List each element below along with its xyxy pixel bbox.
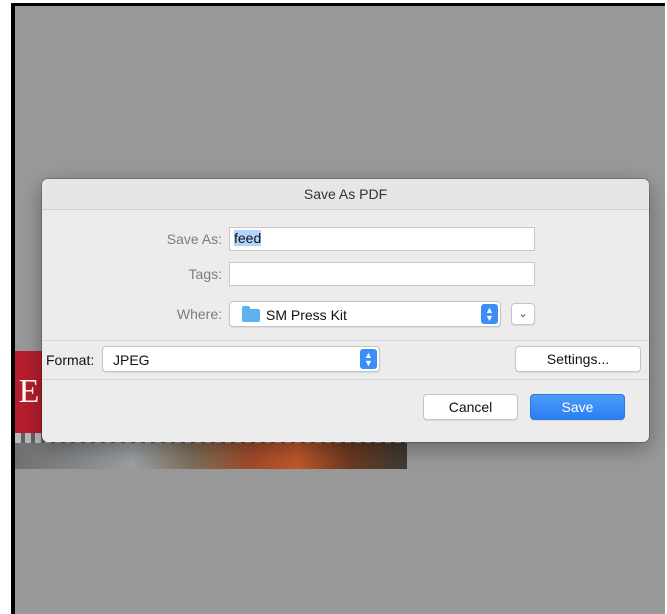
save-as-pdf-dialog: Save As PDF Save As: feed Tags: Where: S… [42,179,649,442]
save-button[interactable]: Save [530,394,625,420]
where-popup[interactable]: SM Press Kit ▲ ▼ [229,301,501,327]
divider-bottom [42,379,649,380]
format-popup[interactable]: JPEG ▲ ▼ [102,346,380,372]
format-label: Format: [46,352,95,368]
cancel-button[interactable]: Cancel [423,394,518,420]
tags-field[interactable] [229,262,535,286]
format-value: JPEG [113,352,150,368]
expand-button[interactable]: ⌄ [511,303,535,325]
folder-icon [242,306,260,322]
chevron-down-icon: ⌄ [518,308,528,320]
tags-label: Tags: [188,266,222,282]
where-label: Where: [176,306,222,322]
settings-button[interactable]: Settings... [515,346,641,372]
where-value: SM Press Kit [266,307,347,323]
up-down-chevron-icon: ▲ ▼ [360,349,377,369]
up-down-chevron-icon: ▲ ▼ [481,304,498,324]
background-fragment-text: E [18,373,40,410]
save-as-label: Save As: [166,231,222,247]
background-red-block: E [15,351,43,433]
save-as-value: feed [234,230,262,246]
save-as-field[interactable]: feed [229,227,535,251]
dialog-title: Save As PDF [42,179,649,210]
divider-top [42,340,649,341]
